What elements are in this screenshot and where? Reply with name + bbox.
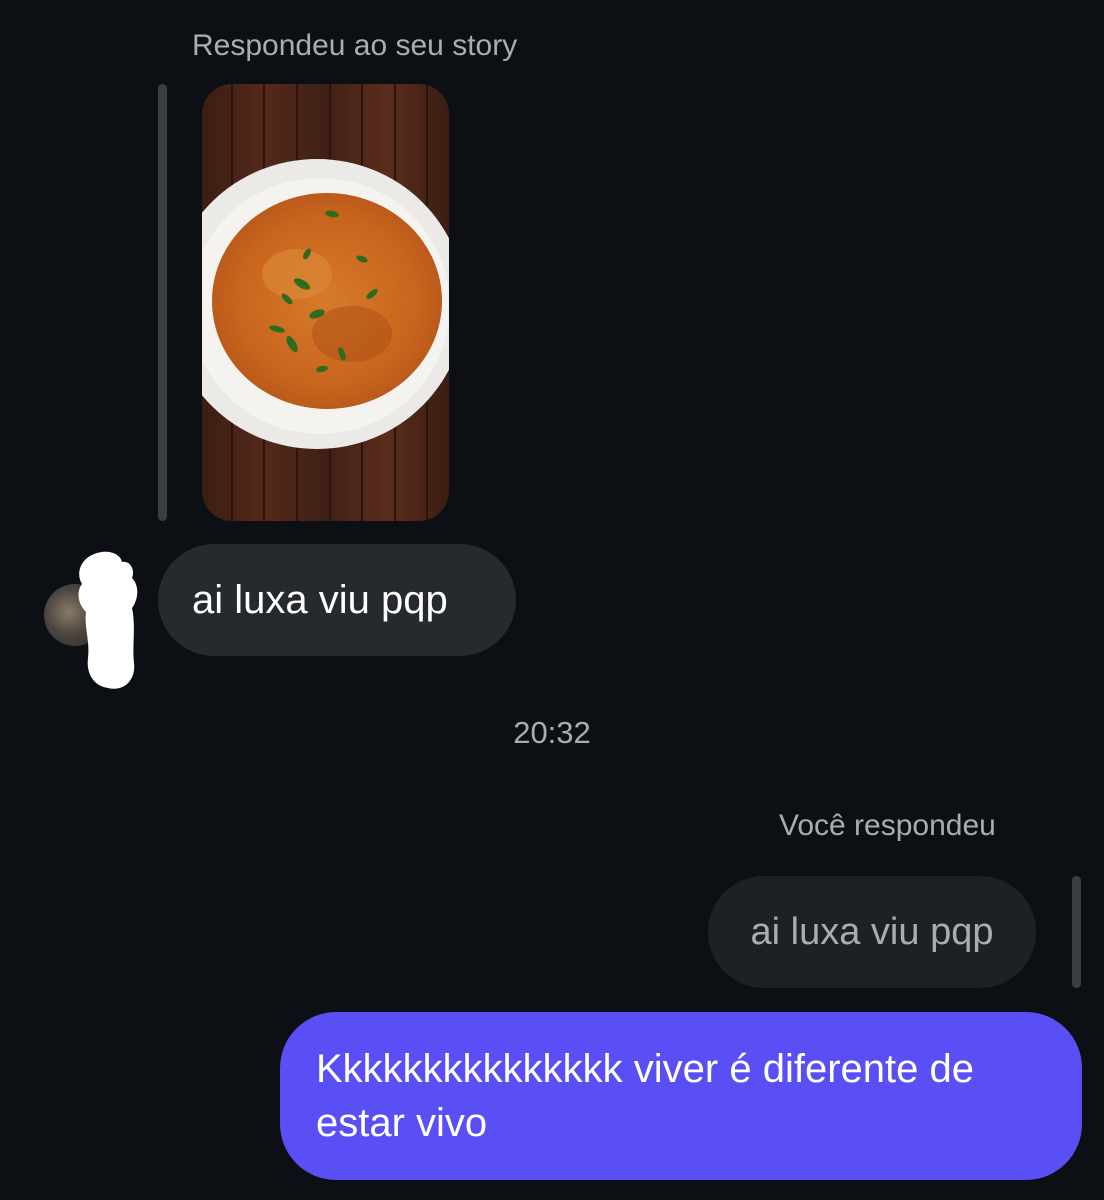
message-timestamp: 20:32	[513, 715, 591, 750]
story-reply-label: Respondeu ao seu story	[192, 29, 518, 62]
story-reply-indicator-bar	[158, 84, 167, 521]
incoming-message-bubble[interactable]: ai luxa viu pqp	[158, 544, 516, 656]
you-replied-label: Você respondeu	[779, 809, 996, 842]
incoming-message-text: ai luxa viu pqp	[192, 577, 448, 622]
quoted-reply-indicator-bar	[1072, 876, 1081, 988]
risotto-plate-image	[202, 84, 449, 521]
quoted-message-bubble[interactable]: ai luxa viu pqp	[708, 876, 1036, 988]
outgoing-message-text: Kkkkkkkkkkkkkkk viver é diferente de est…	[316, 1047, 974, 1145]
redaction-mark	[78, 551, 138, 689]
outgoing-message-bubble[interactable]: Kkkkkkkkkkkkkkk viver é diferente de est…	[280, 1012, 1082, 1180]
story-thumbnail[interactable]	[202, 84, 449, 521]
quoted-message-text: ai luxa viu pqp	[750, 910, 994, 953]
